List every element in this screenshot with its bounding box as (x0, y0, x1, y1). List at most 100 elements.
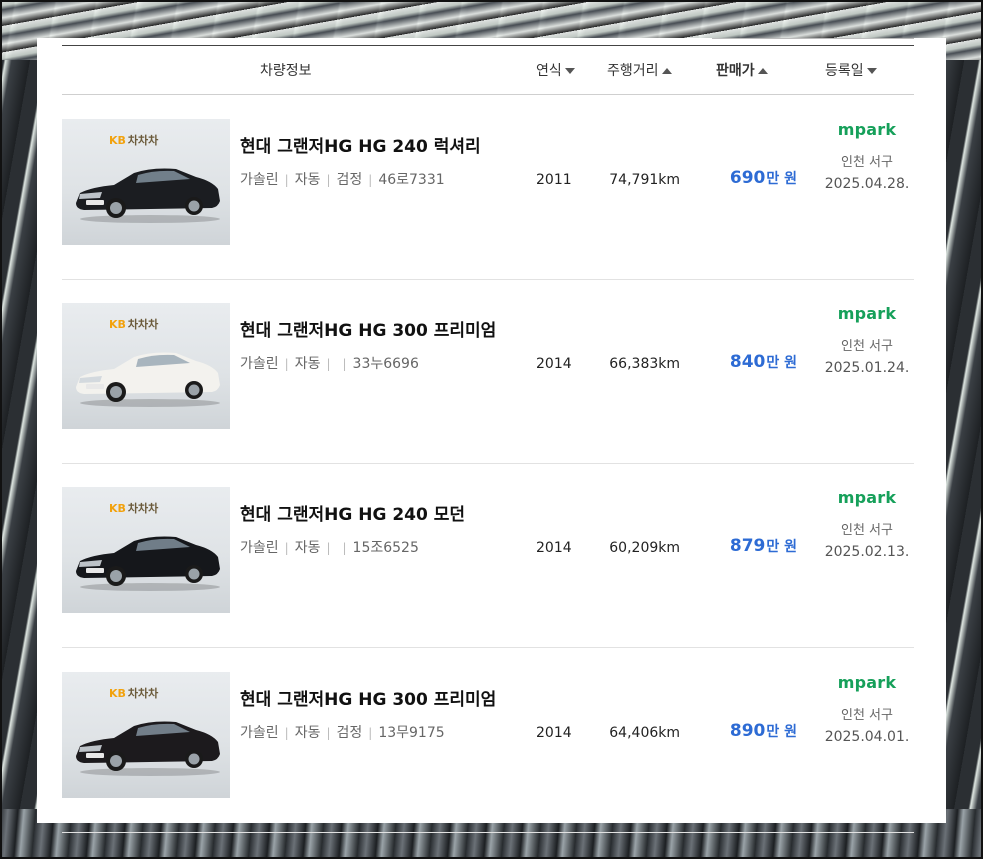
listing-specs: 가솔린 | 자동 | 검정 | 46로7331 (240, 169, 445, 189)
price: 690만 원 (730, 168, 797, 188)
divider: | (284, 541, 289, 555)
dealer-location: 인천 서구 (841, 339, 893, 354)
plate-number: 46로7331 (378, 172, 445, 188)
listing-row[interactable]: KB 차차차 현대 그랜저HG HG 240 모던 가솔린 | 자동 | | 15조6525… (62, 463, 914, 648)
model-year: 2014 (536, 725, 572, 741)
price-unit: 만 원 (766, 539, 797, 555)
sort-year-label: 연식 (536, 63, 562, 79)
listing-row[interactable]: KB 차차차 현대 그랜저HG HG 240 럭셔리 가솔린 | 자동 | 검정 | 46로7… (62, 95, 914, 280)
transmission: 자동 (294, 540, 321, 556)
price-value: 879 (729, 536, 766, 556)
kb-chachacha-logo: KB 차차차 (109, 134, 159, 147)
transmission: 자동 (294, 172, 321, 188)
registration-date: 2025.04.28. (824, 176, 910, 192)
sort-year[interactable]: 연식 (536, 60, 575, 80)
mileage: 60,209km (609, 540, 680, 556)
dealer-location: 인천 서구 (841, 708, 893, 723)
listing-title[interactable]: 현대 그랜저HG HG 300 프리미엄 (240, 316, 496, 341)
sort-down-icon (564, 68, 575, 74)
mpark-logo[interactable]: mpark (824, 488, 910, 507)
table-header: 차량정보 연식 주행거리 판매가 등록일 (62, 46, 914, 95)
listing-title[interactable]: 현대 그랜저HG HG 300 프리미엄 (240, 685, 496, 710)
registration-date: 2025.04.01. (824, 729, 910, 745)
model-year: 2014 (536, 540, 572, 556)
price: 890만 원 (730, 721, 797, 741)
divider: | (342, 357, 347, 371)
kb-chachacha-logo: KB 차차차 (109, 318, 159, 331)
sort-date[interactable]: 등록일 (825, 60, 877, 80)
divider: | (326, 541, 331, 555)
fuel-type: 가솔린 (240, 172, 279, 188)
dealer-info: mpark 인천 서구 2025.04.01. (824, 672, 910, 745)
divider: | (368, 173, 373, 187)
price-value: 840 (729, 352, 766, 372)
dealer-info: mpark 인천 서구 2025.02.13. (824, 487, 910, 560)
car-image (76, 536, 220, 591)
sort-price[interactable]: 판매가 (716, 60, 768, 80)
header-vehicle-info: 차량정보 (260, 63, 312, 79)
price-value: 690 (729, 168, 766, 188)
plate-number: 15조6525 (352, 540, 419, 556)
kb-chachacha-logo: KB 차차차 (109, 687, 159, 700)
sort-mileage-label: 주행거리 (607, 63, 659, 79)
listing-panel: 차량정보 연식 주행거리 판매가 등록일 KB 차차차 현대 그랜저HG HG 2… (37, 38, 946, 833)
fuel-type: 가솔린 (240, 356, 279, 372)
dealer-info: mpark 인천 서구 2025.04.28. (824, 119, 910, 192)
listing-row[interactable]: KB 차차차 현대 그랜저HG HG 300 프리미엄 가솔린 | 자동 | | 33누66… (62, 279, 914, 464)
mpark-logo[interactable]: mpark (824, 673, 910, 692)
car-image (76, 352, 220, 407)
price: 879만 원 (730, 536, 797, 556)
price-value: 890 (729, 721, 766, 741)
mpark-logo[interactable]: mpark (824, 120, 910, 139)
search-box-edge (712, 38, 914, 39)
registration-date: 2025.01.24. (824, 360, 910, 376)
price-unit: 만 원 (766, 171, 797, 187)
car-thumbnail[interactable]: KB 차차차 (62, 119, 230, 245)
sort-date-label: 등록일 (825, 63, 864, 79)
price-unit: 만 원 (766, 724, 797, 740)
registration-date: 2025.02.13. (824, 544, 910, 560)
mileage: 64,406km (609, 725, 680, 741)
sort-down-icon (866, 68, 877, 74)
dealer-location: 인천 서구 (841, 523, 893, 538)
sort-price-label: 판매가 (716, 63, 755, 79)
listing-specs: 가솔린 | 자동 | 검정 | 13무9175 (240, 722, 445, 742)
plate-number: 13무9175 (378, 725, 445, 741)
car-image (76, 721, 220, 776)
listing-specs: 가솔린 | 자동 | | 15조6525 (240, 537, 419, 557)
sort-mileage[interactable]: 주행거리 (607, 60, 672, 80)
divider: | (326, 173, 331, 187)
mileage: 66,383km (609, 356, 680, 372)
model-year: 2011 (536, 172, 572, 188)
mileage: 74,791km (609, 172, 680, 188)
price: 840만 원 (730, 352, 797, 372)
divider: | (284, 357, 289, 371)
listing-row[interactable]: KB 차차차 현대 그랜저HG HG 300 프리미엄 가솔린 | 자동 | 검정 | 13무… (62, 648, 914, 833)
transmission: 자동 (294, 725, 321, 741)
listing-title[interactable]: 현대 그랜저HG HG 240 모던 (240, 500, 465, 525)
fuel-type: 가솔린 (240, 725, 279, 741)
car-thumbnail[interactable]: KB 차차차 (62, 303, 230, 429)
car-color: 검정 (336, 172, 363, 188)
divider: | (326, 726, 331, 740)
fuel-type: 가솔린 (240, 540, 279, 556)
divider: | (342, 541, 347, 555)
dealer-location: 인천 서구 (841, 155, 893, 170)
plate-number: 33누6696 (352, 356, 419, 372)
car-image (76, 168, 220, 223)
listing-title[interactable]: 현대 그랜저HG HG 240 럭셔리 (240, 132, 481, 157)
listing-specs: 가솔린 | 자동 | | 33누6696 (240, 353, 419, 373)
mpark-logo[interactable]: mpark (824, 304, 910, 323)
sort-up-icon (757, 68, 768, 74)
car-thumbnail[interactable]: KB 차차차 (62, 672, 230, 798)
divider: | (284, 726, 289, 740)
sort-up-icon (661, 68, 672, 74)
transmission: 자동 (294, 356, 321, 372)
car-color: 검정 (336, 725, 363, 741)
divider: | (284, 173, 289, 187)
divider: | (368, 726, 373, 740)
car-thumbnail[interactable]: KB 차차차 (62, 487, 230, 613)
dealer-info: mpark 인천 서구 2025.01.24. (824, 303, 910, 376)
price-unit: 만 원 (766, 355, 797, 371)
model-year: 2014 (536, 356, 572, 372)
